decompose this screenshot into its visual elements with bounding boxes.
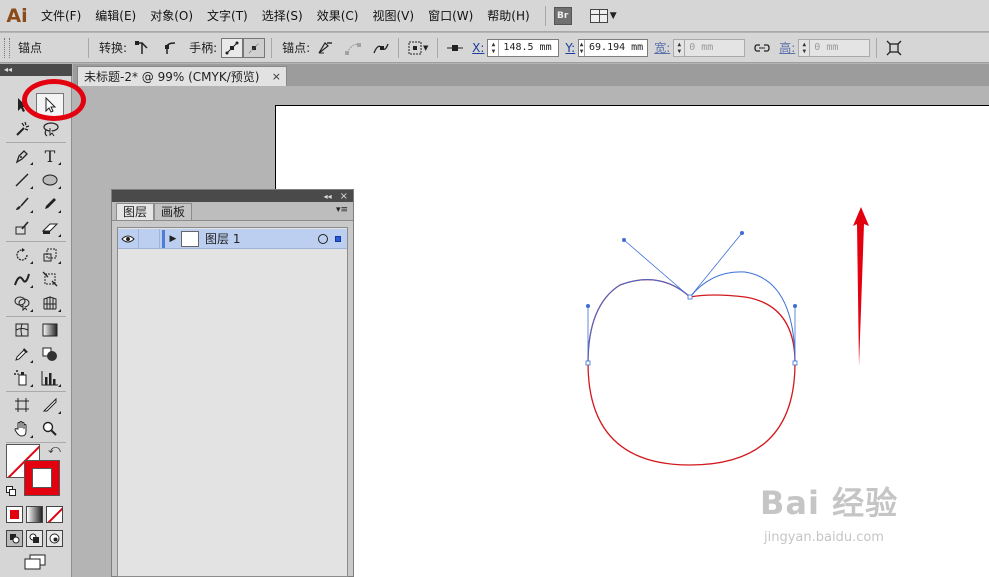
direction-handle-line	[623, 239, 691, 298]
selected-segment-left[interactable]	[587, 279, 691, 364]
watermark-logo: Bai 经验	[760, 484, 899, 522]
direction-handle-line	[689, 232, 743, 298]
direction-handle-point[interactable]	[793, 304, 797, 308]
selected-segment-right[interactable]	[689, 271, 796, 364]
anchor-point[interactable]	[687, 294, 693, 300]
eye-icon[interactable]	[118, 234, 138, 244]
collapse-icon[interactable]: ◂◂	[324, 192, 332, 201]
layers-panel-titlebar[interactable]: ◂◂ ×	[112, 190, 353, 202]
panel-menu-icon[interactable]: ▾≡	[336, 205, 348, 215]
direction-handle-point[interactable]	[622, 238, 626, 242]
anchor-point[interactable]	[792, 360, 798, 366]
layer-thumbnail	[181, 230, 199, 247]
annotation-arrow	[853, 207, 869, 366]
layers-panel: ◂◂ × 图层 画板 ▾≡ ▶ 图层 1	[111, 189, 354, 577]
layer-lock-toggle[interactable]	[138, 228, 160, 249]
direction-handle-point[interactable]	[740, 231, 744, 235]
watermark: Bai 经验 jingyan.baidu.com	[760, 478, 960, 568]
direction-handle-point[interactable]	[586, 304, 590, 308]
tab-layers[interactable]: 图层	[116, 203, 155, 220]
layer-name[interactable]: 图层 1	[205, 230, 240, 247]
expand-triangle-icon[interactable]: ▶	[165, 234, 181, 244]
layers-list: ▶ 图层 1	[117, 227, 348, 577]
annotation-circle	[22, 79, 86, 121]
layer-selection-indicator[interactable]	[335, 235, 341, 242]
layer-target-icon[interactable]	[318, 233, 328, 244]
layer-row[interactable]: ▶ 图层 1	[118, 228, 347, 249]
tab-artboards[interactable]: 画板	[154, 203, 193, 220]
layers-panel-tabs: 图层 画板 ▾≡	[112, 202, 353, 221]
watermark-url: jingyan.baidu.com	[764, 530, 884, 545]
close-icon[interactable]: ×	[340, 191, 348, 202]
anchor-point[interactable]	[585, 360, 591, 366]
apple-path[interactable]	[587, 279, 796, 466]
